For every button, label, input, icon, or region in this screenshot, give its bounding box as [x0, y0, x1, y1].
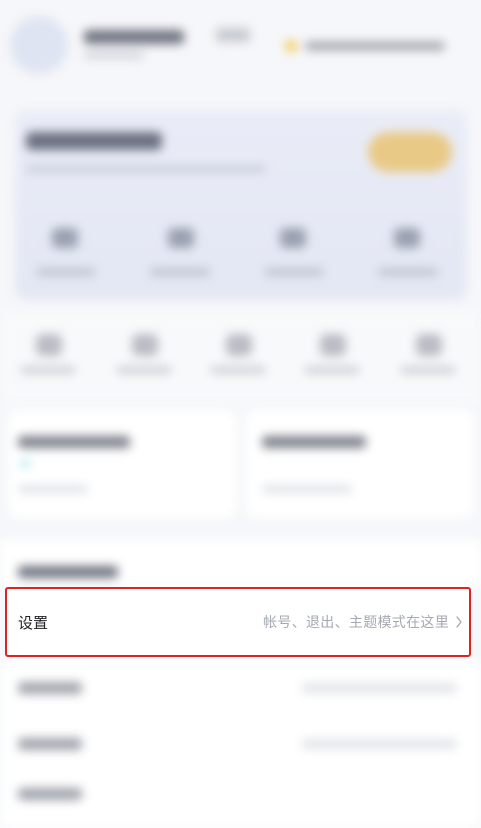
username-subtitle	[84, 52, 144, 58]
member-benefit-icon[interactable]	[394, 228, 420, 248]
tool-icon[interactable]	[226, 334, 252, 356]
member-open-button[interactable]	[368, 132, 452, 172]
settings-row[interactable]: 设置 帐号、退出、主题模式在这里	[5, 587, 471, 657]
feature-card-right[interactable]	[246, 410, 474, 518]
tool-icon[interactable]	[320, 334, 346, 356]
member-benefit-label	[36, 268, 96, 276]
feature-card-subtitle	[18, 486, 88, 492]
settings-description: 帐号、退出、主题模式在这里	[263, 615, 449, 631]
member-benefit-icon[interactable]	[280, 228, 306, 248]
list-item[interactable]	[0, 660, 481, 716]
user-badge	[216, 28, 250, 42]
settings-right: 帐号、退出、主题模式在这里	[263, 612, 463, 632]
feature-card-left[interactable]	[8, 410, 236, 518]
tool-label	[210, 366, 266, 374]
tool-icon[interactable]	[36, 334, 62, 356]
vip-icon	[285, 40, 297, 52]
section-title	[18, 566, 118, 578]
list-item-value	[301, 684, 457, 692]
blurred-background	[0, 0, 481, 828]
member-benefit-label	[264, 268, 324, 276]
list-item-label	[18, 682, 82, 694]
settings-label: 设置	[18, 613, 49, 632]
member-card-subtitle	[26, 166, 266, 172]
member-benefit-icon[interactable]	[52, 228, 78, 248]
member-benefit-label	[378, 268, 438, 276]
feature-card-title	[18, 436, 130, 448]
member-benefit-icon[interactable]	[168, 228, 194, 248]
vip-link[interactable]	[305, 42, 445, 50]
chevron-right-icon	[456, 616, 462, 628]
tool-icon[interactable]	[416, 334, 442, 356]
tool-icon[interactable]	[132, 334, 158, 356]
list-item-label	[18, 738, 82, 750]
tool-label	[20, 366, 76, 374]
feature-card-title	[262, 436, 366, 448]
section-header	[0, 540, 481, 588]
list-item-value	[301, 740, 457, 748]
list-item[interactable]	[0, 772, 481, 828]
username	[84, 30, 184, 44]
tool-grid	[0, 312, 481, 402]
list-item-label	[18, 788, 82, 800]
list-item[interactable]	[0, 716, 481, 772]
feature-card-subtitle	[262, 486, 352, 492]
tool-label	[304, 366, 360, 374]
feature-card-accent	[20, 462, 30, 466]
member-benefit-label	[150, 268, 210, 276]
avatar[interactable]	[10, 16, 68, 74]
member-card-title	[26, 132, 162, 150]
tool-label	[400, 366, 456, 374]
tool-label	[116, 366, 172, 374]
